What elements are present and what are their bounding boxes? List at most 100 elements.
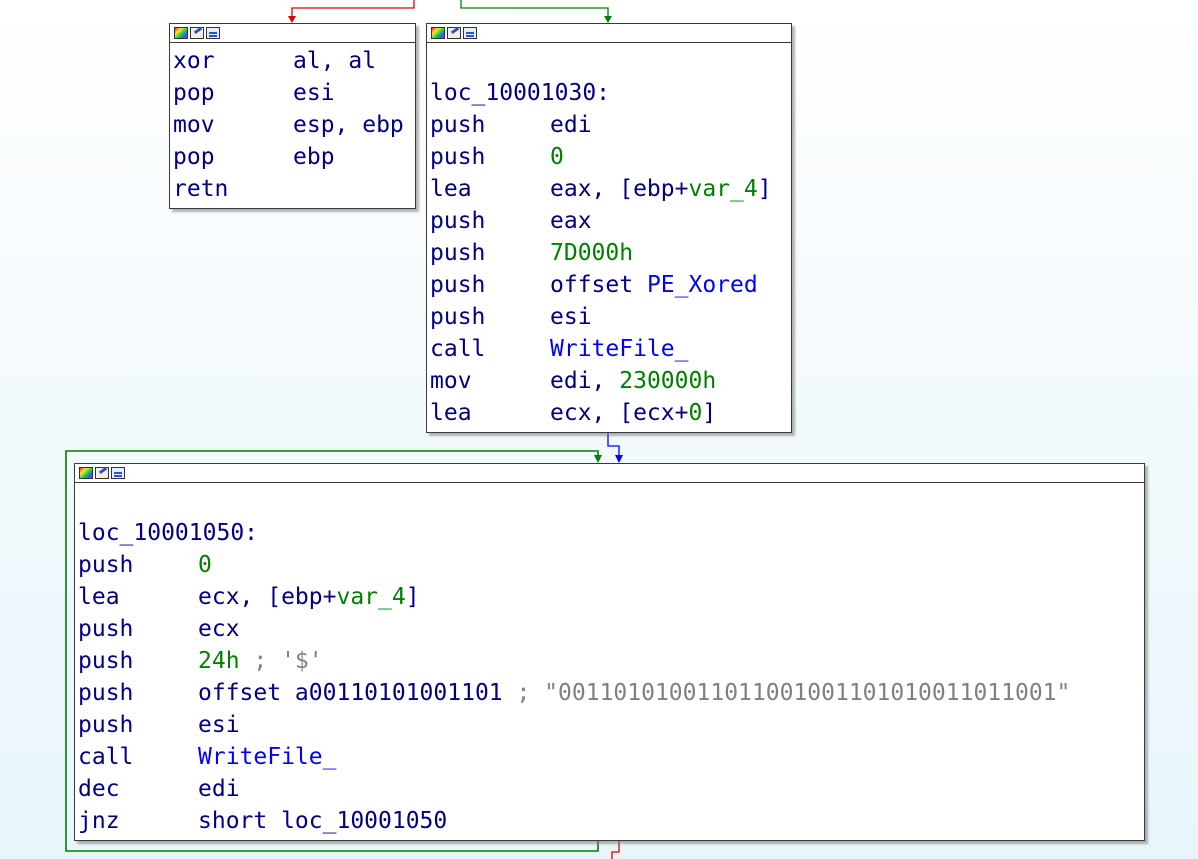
mnemonic: push [78,552,134,578]
operand-text: ecx [198,616,240,642]
arrow-head-icon [288,16,296,23]
instruction-line[interactable]: pop esi [173,77,415,109]
function-reference[interactable]: PE_Xored [647,272,758,298]
operand-text: short loc_10001050 [198,808,448,834]
instruction-line[interactable]: mov edi, 230000h [430,365,791,397]
instruction-line[interactable]: pop ebp [173,141,415,173]
mnemonic: mov [430,368,472,394]
numeric-operand: 230000h [619,368,717,394]
mnemonic: lea [430,400,472,426]
edge-false-exit [611,840,620,859]
mnemonic: pop [173,80,215,106]
block-titlebar [427,24,791,43]
mnemonic: mov [173,112,215,138]
operand-text: ] [405,584,420,610]
mnemonic: call [430,336,486,362]
operand-text: eax, [ebp+ [550,176,689,202]
operand-text: al, al [293,48,377,74]
mnemonic: dec [78,776,120,802]
edit-icon[interactable] [95,467,109,479]
edge-true-branch [460,0,609,18]
instruction-line[interactable]: mov esp, ebp [173,109,415,141]
code-block-loc-10001050[interactable]: loc_10001050: push 0 lea ecx, [ebp+var_4] pus… [74,463,1145,841]
mnemonic: lea [430,176,472,202]
location-label[interactable]: loc_10001030: [430,77,791,109]
numeric-operand: 0 [550,144,564,170]
mnemonic: lea [78,584,120,610]
operand-text: esi [293,80,335,106]
numeric-operand: 7D000h [550,240,634,266]
mnemonic: push [430,240,486,266]
comment: ; '$' [239,648,323,674]
instruction-line[interactable]: lea eax, [ebp+var_4] [430,173,791,205]
edit-icon[interactable] [190,27,204,39]
instruction-line[interactable]: lea ecx, [ebp+var_4] [78,581,1144,613]
instruction-line[interactable]: xor al, al [173,45,415,77]
operand-text: edi [198,776,240,802]
edit-icon[interactable] [447,27,461,39]
instruction-line[interactable]: push 24h ; '$' [78,645,1144,677]
function-reference[interactable]: WriteFile_ [198,744,336,770]
graph-view-icon[interactable] [463,27,477,39]
instruction-line[interactable]: push esi [430,301,791,333]
instruction-line[interactable]: push esi [78,709,1144,741]
code-block-a[interactable]: xor al, al pop esi mov esp, ebp pop ebp retn [169,23,416,209]
block-titlebar [170,24,415,43]
instruction-line[interactable]: push eax [430,205,791,237]
instruction-line[interactable]: retn [173,173,415,205]
instruction-line[interactable]: push 0 [430,141,791,173]
instruction-line[interactable]: lea ecx, [ecx+0] [430,397,791,429]
edge-normal-flow [607,432,620,457]
instruction-line[interactable]: call WriteFile_ [430,333,791,365]
instruction-line[interactable]: push offset a00110101001101 ; "0011010100… [78,677,1144,709]
instruction-line[interactable]: dec edi [78,773,1144,805]
mnemonic: call [78,744,134,770]
operand-text: edi, [550,368,620,394]
location-label[interactable]: loc_10001050: [78,517,1144,549]
instruction-line[interactable]: jnz short loc_10001050 [78,805,1144,837]
block-body: xor al, al pop esi mov esp, ebp pop ebp retn [170,43,415,205]
function-reference[interactable]: WriteFile_ [550,336,688,362]
instruction-line[interactable]: push 0 [78,549,1144,581]
instruction-line[interactable]: push ecx [78,613,1144,645]
stack-variable[interactable]: var_4 [336,584,405,610]
operand-text: ecx, [ebp+ [198,584,337,610]
operand-text: offset a00110101001101 [198,680,503,706]
mnemonic: push [78,712,134,738]
color-icon[interactable] [79,467,93,479]
operand-text: ebp [293,144,335,170]
arrow-head-icon [604,16,612,23]
mnemonic: push [430,272,486,298]
color-icon[interactable] [431,27,445,39]
mnemonic: push [78,616,134,642]
graph-view-icon[interactable] [206,27,220,39]
comment: ; "00110101001101100100110101001101100​1… [502,680,1071,706]
stack-variable[interactable]: var_4 [688,176,757,202]
arrow-head-icon [615,455,623,463]
operand-text: esp, ebp [293,112,404,138]
code-block-loc-10001030[interactable]: loc_10001030: push edi push 0 lea eax, [ebp+va… [426,23,792,433]
operand-text: esi [550,304,592,330]
mnemonic: retn [173,176,229,202]
color-icon[interactable] [174,27,188,39]
graph-view-icon[interactable] [111,467,125,479]
mnemonic: push [78,680,134,706]
instruction-line[interactable]: push 7D000h [430,237,791,269]
mnemonic: xor [173,48,215,74]
mnemonic: push [430,112,486,138]
instruction-line[interactable]: push offset PE_Xored [430,269,791,301]
operand-text: ] [702,400,717,426]
operand-text: ] [757,176,772,202]
block-body: loc_10001050: push 0 lea ecx, [ebp+var_4] pus… [75,483,1144,837]
instruction-line[interactable]: call WriteFile_ [78,741,1144,773]
mnemonic: push [430,208,486,234]
operand-text: eax [550,208,592,234]
block-body: loc_10001030: push edi push 0 lea eax, [ebp+va… [427,43,791,429]
arrow-head-icon [594,455,602,463]
instruction-line[interactable]: push edi [430,109,791,141]
mnemonic: push [430,304,486,330]
block-titlebar [75,464,1144,483]
operand-text: offset [550,272,647,298]
